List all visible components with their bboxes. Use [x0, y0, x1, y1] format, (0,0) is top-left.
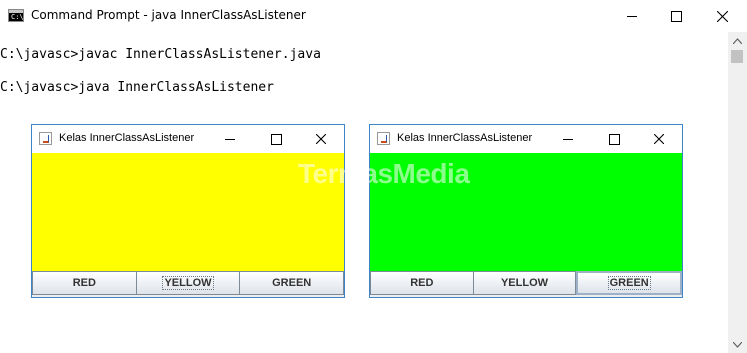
maximize-icon[interactable] [653, 0, 699, 32]
red-button[interactable]: RED [32, 271, 137, 295]
yellow-button[interactable]: YELLOW [473, 271, 577, 295]
maximize-icon[interactable] [253, 125, 299, 153]
maximize-icon[interactable] [591, 125, 637, 153]
close-icon[interactable] [298, 125, 344, 153]
vertical-scrollbar[interactable] [728, 32, 747, 353]
java-cup-icon [39, 132, 52, 145]
console-titlebar: C:\. Command Prompt - java InnerClassAsL… [0, 0, 747, 32]
scroll-thumb[interactable] [731, 50, 743, 63]
green-button[interactable]: GREEN [240, 271, 345, 295]
console-line: C:\javasc>javac InnerClassAsListener.jav… [0, 47, 321, 62]
yellow-button-label: YELLOW [500, 277, 549, 289]
green-button-label: GREEN [272, 277, 312, 289]
button-row: RED YELLOW GREEN [370, 271, 683, 297]
color-panel [370, 153, 682, 271]
frame-titlebar: Kelas InnerClassAsListener [370, 125, 682, 153]
green-button-label: GREEN [607, 276, 651, 290]
scroll-up-arrow-icon[interactable] [728, 32, 747, 49]
minimize-icon[interactable] [545, 125, 591, 153]
red-button-label: RED [410, 277, 434, 289]
command-prompt-icon-text: C:\. [11, 13, 28, 21]
button-row: RED YELLOW GREEN [32, 271, 345, 297]
red-button[interactable]: RED [370, 271, 474, 295]
red-button-label: RED [72, 277, 96, 289]
console-window-title: Command Prompt - java InnerClassAsListen… [31, 8, 306, 22]
java-frame-yellow: Kelas InnerClassAsListener RED YELLOW GR… [31, 124, 345, 298]
scroll-down-arrow-icon[interactable] [728, 336, 747, 353]
color-panel [32, 153, 344, 271]
yellow-button-label: YELLOW [162, 276, 214, 290]
minimize-icon[interactable] [609, 0, 655, 32]
frame-title: Kelas InnerClassAsListener [397, 132, 533, 144]
console-line: C:\javasc>java InnerClassAsListener [0, 80, 274, 95]
close-icon[interactable] [699, 0, 745, 32]
yellow-button[interactable]: YELLOW [136, 271, 241, 295]
green-button[interactable]: GREEN [576, 271, 683, 295]
frame-title: Kelas InnerClassAsListener [59, 132, 195, 144]
java-cup-icon [377, 132, 390, 145]
command-prompt-icon: C:\. [8, 9, 28, 22]
java-frame-green: Kelas InnerClassAsListener RED YELLOW GR… [369, 124, 683, 298]
close-icon[interactable] [636, 125, 682, 153]
minimize-icon[interactable] [207, 125, 253, 153]
frame-titlebar: Kelas InnerClassAsListener [32, 125, 344, 153]
